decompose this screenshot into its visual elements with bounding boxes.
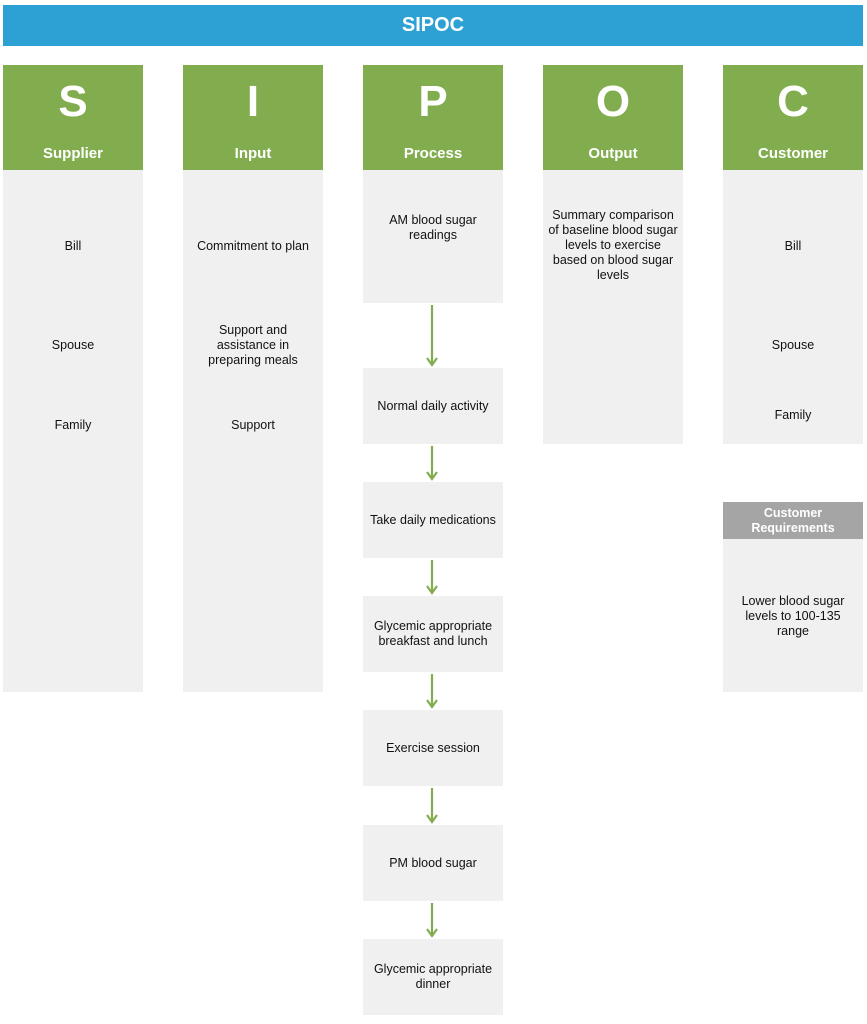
customer-requirements-header: Customer Requirements — [723, 502, 863, 539]
process-step-label: Glycemic appropriate dinner — [373, 962, 493, 991]
column-letter: C — [777, 77, 809, 126]
column-header-supplier: S Supplier — [3, 65, 143, 170]
column-name: Supplier — [42, 145, 103, 162]
process-step: Exercise session — [363, 710, 503, 786]
supplier-body: Bill Spouse Family — [3, 170, 143, 692]
column-letter: P — [418, 77, 448, 126]
requirement-item: Lower blood sugar levels to 100-135 rang… — [741, 594, 845, 638]
supplier-item: Bill — [64, 239, 82, 253]
customer-requirements-body: Lower blood sugar levels to 100-135 rang… — [723, 539, 863, 692]
customer-body: Bill Spouse Family — [723, 170, 863, 444]
input-item: Support and assistance in preparing meal… — [208, 323, 298, 367]
process-step: Glycemic appropriate dinner — [363, 939, 503, 1015]
process-step-label: PM blood sugar — [389, 855, 477, 870]
column-header-output: O Output — [543, 65, 683, 170]
column-letter: O — [595, 77, 631, 126]
column-letter: I — [246, 77, 260, 126]
process-step-label: Normal daily activity — [377, 398, 489, 413]
process-step: Glycemic appropriate breakfast and lunch — [363, 596, 503, 672]
sipoc-title: SIPOC — [3, 5, 863, 46]
column-header-customer: C Customer — [723, 65, 863, 170]
column-name: Process — [403, 145, 463, 162]
customer-item: Spouse — [771, 338, 815, 352]
input-body: Commitment to plan Support and assistanc… — [183, 170, 323, 692]
arrow-down-icon — [426, 305, 438, 367]
customer-item: Bill — [784, 239, 802, 253]
input-item: Support — [231, 418, 275, 432]
column-header-input: I Input — [183, 65, 323, 170]
input-item: Commitment to plan — [197, 239, 309, 253]
output-item: Summary comparison of baseline blood sug… — [548, 208, 678, 282]
arrow-down-icon — [426, 903, 438, 938]
supplier-item: Spouse — [51, 338, 95, 352]
arrow-down-icon — [426, 674, 438, 709]
process-step-label: AM blood sugar readings — [389, 213, 477, 242]
process-step: AM blood sugar readings — [363, 170, 503, 303]
column-header-process: P Process — [363, 65, 503, 170]
process-step-label: Take daily medications — [370, 512, 496, 527]
arrow-down-icon — [426, 446, 438, 481]
arrow-down-icon — [426, 560, 438, 595]
process-step-label: Exercise session — [386, 740, 480, 755]
column-name: Customer — [757, 145, 828, 162]
supplier-item: Family — [54, 418, 92, 432]
customer-item: Family — [774, 408, 812, 422]
column-name: Input — [234, 145, 272, 162]
process-step: Take daily medications — [363, 482, 503, 558]
output-body: Summary comparison of baseline blood sug… — [543, 170, 683, 444]
arrow-down-icon — [426, 788, 438, 824]
process-step-label: Glycemic appropriate breakfast and lunch — [373, 619, 493, 648]
column-letter: S — [58, 77, 88, 126]
process-step: Normal daily activity — [363, 368, 503, 444]
column-name: Output — [588, 145, 638, 162]
process-step: PM blood sugar — [363, 825, 503, 901]
